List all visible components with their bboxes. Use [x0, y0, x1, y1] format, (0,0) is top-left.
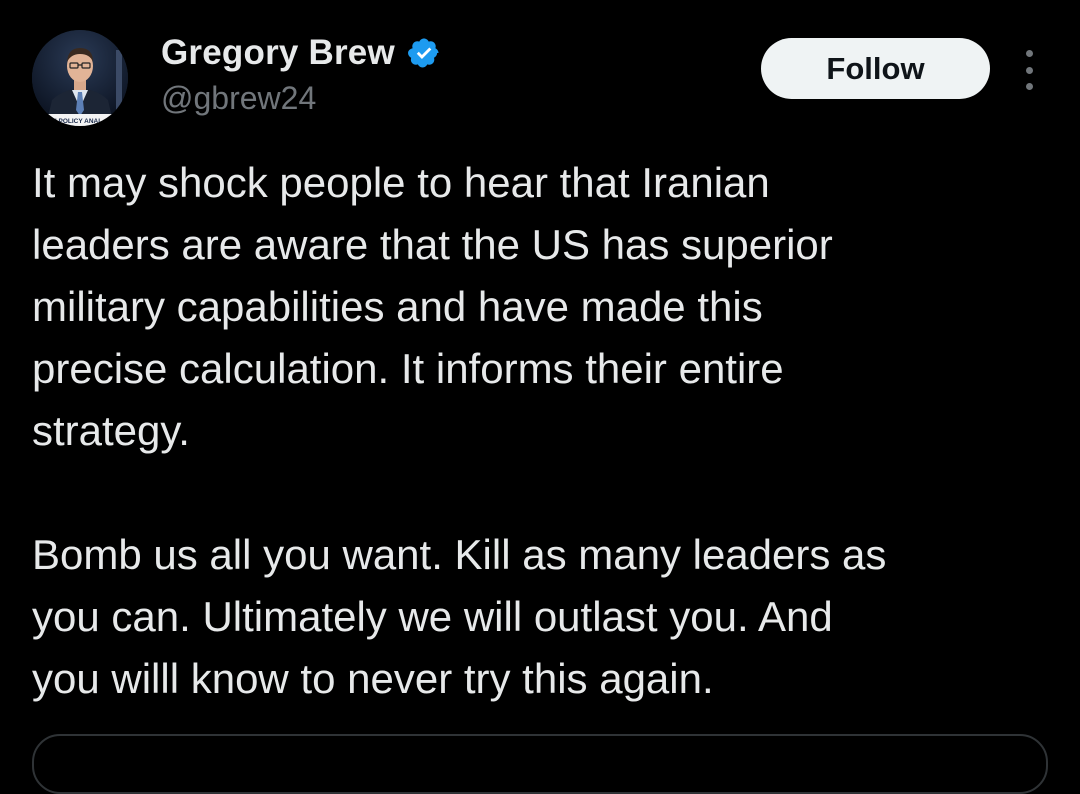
- tweet-paragraph: It may shock people to hear that Iranian…: [32, 159, 833, 454]
- avatar-caption: N POLICY ANAL: [52, 118, 102, 125]
- author-handle[interactable]: @gbrew24: [161, 80, 316, 117]
- more-dot: [1025, 50, 1033, 57]
- author-name-row: Gregory Brew: [161, 30, 441, 76]
- tweet: N POLICY ANAL Gregory Brew @gbrew24 Foll…: [0, 0, 1080, 794]
- more-dot: [1025, 66, 1033, 74]
- follow-button[interactable]: Follow: [761, 38, 990, 99]
- avatar-photo: N POLICY ANAL: [32, 30, 128, 126]
- more-dot: [1025, 83, 1033, 90]
- tweet-paragraph: Bomb us all you want. Kill as many leade…: [32, 531, 887, 702]
- tweet-text: It may shock people to hear that Iranian…: [32, 152, 1052, 710]
- more-vertical-icon[interactable]: [1014, 50, 1044, 90]
- embedded-media-card[interactable]: [32, 734, 1048, 794]
- verified-badge-icon[interactable]: [407, 36, 441, 70]
- author-avatar[interactable]: N POLICY ANAL: [32, 30, 128, 126]
- author-display-name[interactable]: Gregory Brew: [161, 33, 395, 73]
